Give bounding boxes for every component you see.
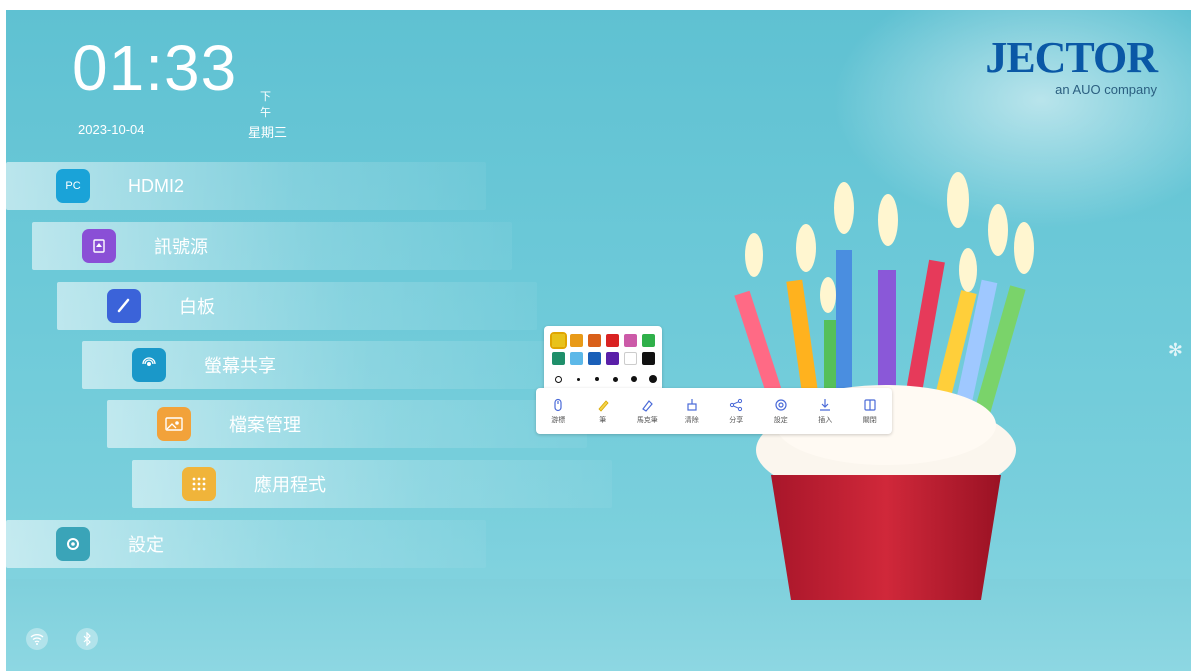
clock-ampm: 下午: [260, 91, 271, 119]
brand-tagline: an AUO company: [1055, 82, 1157, 97]
menu-item-label: 訊號源: [154, 237, 208, 257]
menu-item-label: 檔案管理: [229, 415, 301, 435]
color-swatch-red[interactable]: [606, 334, 619, 347]
side-menu-toggle[interactable]: ✻: [1168, 340, 1183, 361]
folder-icon: [157, 407, 191, 441]
menu-item-file-manager[interactable]: 檔案管理: [107, 400, 587, 448]
color-palette: [544, 326, 662, 396]
pen-icon: [598, 399, 609, 412]
annotation-toolbar: 游標 筆 馬克筆 清除 分享 設定 插入 關閉: [536, 388, 892, 434]
tool-close[interactable]: 關閉: [848, 388, 893, 434]
gear-icon: [56, 527, 90, 561]
clock-date: 2023-10-04: [78, 122, 145, 137]
color-swatch-purple[interactable]: [606, 352, 619, 365]
menu-item-signal-source[interactable]: 訊號源: [32, 222, 512, 270]
color-swatch-green[interactable]: [642, 334, 655, 347]
whiteboard-icon: [107, 289, 141, 323]
menu-item-label: 白板: [179, 297, 215, 317]
close-icon: [864, 398, 876, 411]
color-swatch-white[interactable]: [624, 352, 637, 365]
screen-share-icon: [132, 348, 166, 382]
insert-icon: [820, 398, 831, 411]
brand-name: JECTOR: [985, 33, 1158, 82]
tool-insert[interactable]: 插入: [803, 388, 848, 434]
color-swatch-dark-orange[interactable]: [588, 334, 601, 347]
menu-item-apps[interactable]: 應用程式: [132, 460, 612, 508]
stroke-size-3[interactable]: [595, 377, 599, 381]
color-swatch-pink[interactable]: [624, 334, 637, 347]
color-swatch-black[interactable]: [642, 352, 655, 365]
menu-item-label: 設定: [128, 535, 164, 555]
tool-eraser[interactable]: 清除: [670, 388, 715, 434]
menu-item-label: HDMI2: [128, 175, 185, 196]
color-swatch-orange[interactable]: [570, 334, 583, 347]
bluetooth-icon[interactable]: [76, 628, 98, 650]
cupcake-illustration: [734, 172, 1034, 600]
tool-cursor[interactable]: 游標: [536, 388, 581, 434]
color-swatch-blue[interactable]: [588, 352, 601, 365]
color-swatch-light-blue[interactable]: [570, 352, 583, 365]
stroke-size-6[interactable]: [649, 375, 657, 383]
marker-icon: [642, 399, 654, 412]
share-icon: [730, 398, 743, 411]
stroke-size-5[interactable]: [631, 376, 637, 382]
stroke-size-4[interactable]: [613, 377, 618, 382]
tool-pen[interactable]: 筆: [581, 388, 626, 434]
clock-widget: 01:33 下午 2023-10-04 星期三: [72, 32, 287, 140]
menu-item-settings[interactable]: 設定: [6, 520, 486, 568]
wifi-icon[interactable]: [26, 628, 48, 650]
mouse-icon: [554, 398, 562, 411]
menu-item-whiteboard[interactable]: 白板: [57, 282, 537, 330]
apps-grid-icon: [182, 467, 216, 501]
tool-settings[interactable]: 設定: [759, 388, 804, 434]
clock-time: 01:33: [72, 32, 238, 104]
menu-item-label: 螢幕共享: [204, 356, 276, 376]
settings-icon: [775, 398, 787, 411]
menu-item-label: 應用程式: [254, 475, 326, 495]
brand-logo: JECTOR an AUO company: [985, 33, 1158, 98]
stroke-size-1[interactable]: [555, 376, 562, 383]
eraser-icon: [687, 398, 697, 411]
tool-share[interactable]: 分享: [714, 388, 759, 434]
clock-weekday: 星期三: [248, 125, 288, 140]
color-swatch-yellow[interactable]: [550, 332, 567, 349]
stroke-size-2[interactable]: [577, 378, 580, 381]
color-swatch-teal[interactable]: [552, 352, 565, 365]
home-screen: 01:33 下午 2023-10-04 星期三 PC HDMI2 訊號源 白板 …: [6, 10, 1191, 671]
menu-item-screen-share[interactable]: 螢幕共享: [82, 341, 562, 389]
tool-marker[interactable]: 馬克筆: [625, 388, 670, 434]
signal-source-icon: [82, 229, 116, 263]
pc-icon: PC: [56, 169, 90, 203]
menu-item-hdmi2[interactable]: PC HDMI2: [6, 162, 486, 210]
